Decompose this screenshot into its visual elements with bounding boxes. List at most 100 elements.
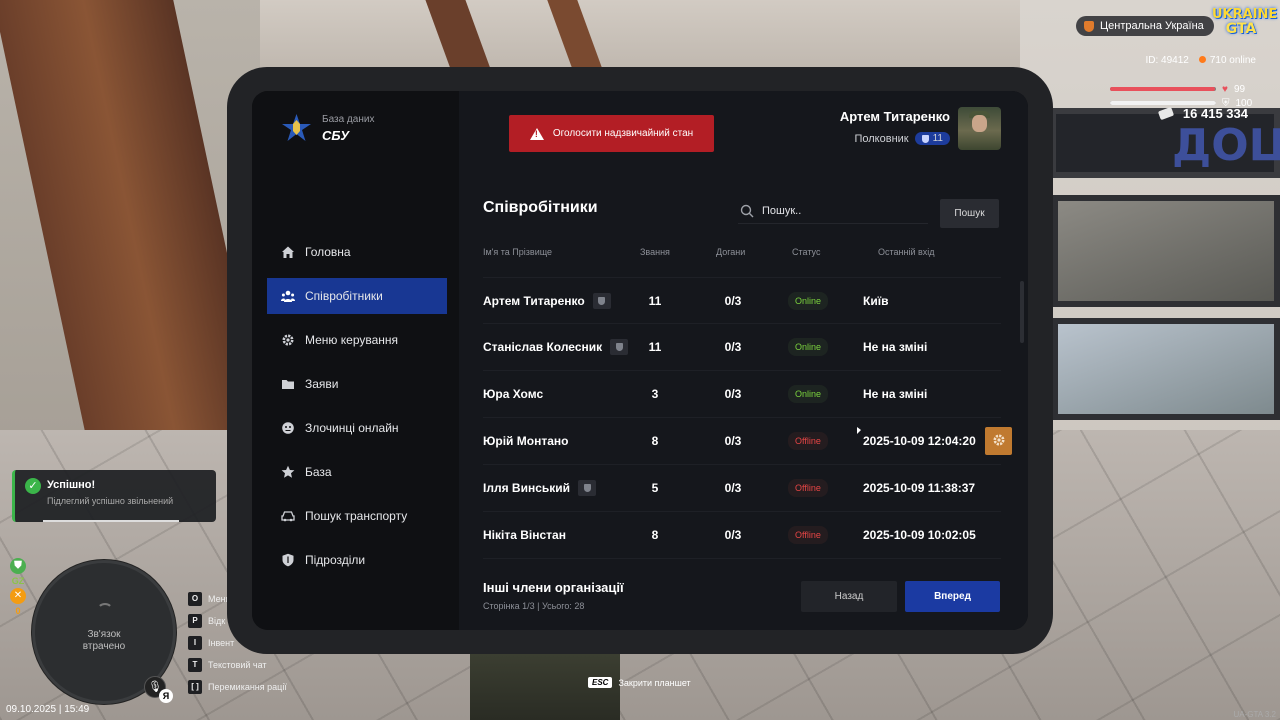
sidebar-item-folder[interactable]: Заяви	[267, 366, 447, 402]
region-label: Центральна Україна	[1100, 20, 1204, 32]
sidebar-item-label: Злочинці онлайн	[305, 421, 399, 435]
gz-label: GZ	[11, 576, 25, 586]
employee-settings-button[interactable]	[985, 427, 1012, 455]
employee-reprimands: 0/3	[724, 387, 742, 401]
employee-reprimands: 0/3	[724, 294, 742, 308]
employee-name-cell: Артем Титаренко	[483, 278, 611, 324]
voice-key-badge: Я	[159, 689, 173, 703]
back-button[interactable]: Назад	[801, 581, 897, 612]
money-display: 16 415 334	[1157, 106, 1248, 121]
user-info: Артем Титаренко Полковник 11	[840, 109, 950, 145]
esc-key: ESC	[588, 677, 613, 688]
table-header: Ім'я та Прізвище Звання Догани Статус Ос…	[483, 247, 1003, 263]
table-row[interactable]: Юра Хомс 3 0/3 Online Не на зміні	[483, 371, 1001, 418]
sidebar-item-label: Пошук транспорту	[305, 509, 408, 523]
health-row: ♥ 99	[1110, 82, 1260, 96]
health-bar	[1110, 87, 1216, 91]
employee-name: Юра Хомс	[483, 387, 544, 401]
sidebar-item-star[interactable]: База	[267, 454, 447, 490]
gz-count: 0	[15, 606, 21, 616]
page-info: Сторінка 1/3 | Усього: 28	[483, 601, 585, 611]
status-badge: Online	[788, 385, 829, 403]
sidebar-item-gear[interactable]: Меню керування	[267, 322, 447, 358]
logo-line-1: UKRAINE	[1212, 7, 1278, 22]
search-input[interactable]	[762, 204, 922, 217]
sidebar-item-home[interactable]: Головна	[267, 234, 447, 270]
employee-rank: 5	[651, 481, 659, 495]
user-rank: Полковник	[854, 132, 909, 145]
warning-icon	[529, 127, 544, 140]
col-name: Ім'я та Прізвище	[483, 247, 553, 257]
server-logo: UKRAINE GTA	[1212, 7, 1278, 42]
keybind-row: T Текстовий чат	[188, 654, 287, 676]
users-icon	[281, 289, 295, 303]
employee-reprimands: 0/3	[724, 481, 742, 495]
avatar	[958, 107, 1001, 150]
rank-level: 11	[932, 133, 943, 144]
wall-photo	[1052, 318, 1280, 420]
key-cap: [ ]	[188, 680, 202, 694]
key-label: Перемикання рації	[208, 682, 287, 692]
sidebar-item-label: База	[305, 465, 332, 479]
table-row[interactable]: Артем Титаренко 11 0/3 Online Київ	[483, 277, 1001, 324]
key-label: Інвент	[208, 638, 235, 648]
crossed-swords-icon: ✕	[10, 588, 26, 604]
employee-name: Станіслав Колесник	[483, 340, 603, 354]
mouse-cursor-icon	[857, 427, 861, 434]
status-cell: Offline	[788, 512, 828, 558]
employee-last-login: Київ	[863, 294, 889, 308]
next-button[interactable]: Вперед	[905, 581, 1000, 612]
car-icon	[281, 509, 295, 523]
sbu-emblem-icon	[281, 113, 312, 144]
player-id: ID: 49412	[1145, 55, 1189, 66]
page-title: Співробітники	[483, 199, 598, 216]
scrollbar[interactable]	[1020, 281, 1024, 343]
employee-name-cell: Юрій Монтано	[483, 418, 568, 464]
employee-reprimands: 0/3	[724, 528, 742, 542]
sidebar-item-mask[interactable]: Злочинці онлайн	[267, 410, 447, 446]
star-icon	[281, 465, 295, 479]
signal-lost-text: Зв'язок втрачено	[35, 629, 173, 653]
table-row[interactable]: Нікіта Вінстан 8 0/3 Offline 2025-10-09 10:0…	[483, 512, 1001, 559]
health-value: 99	[1233, 83, 1246, 95]
main-panel: Співробітники Пошук Ім'я та Прізвище Зва…	[459, 91, 1028, 630]
esc-label: Закрити планшет	[618, 677, 691, 688]
col-rank: Звання	[640, 247, 670, 257]
status-cell: Offline	[788, 418, 828, 464]
cash-icon	[1157, 106, 1175, 121]
rank-shield-icon	[921, 134, 929, 143]
sidebar-item-car[interactable]: Пошук транспорту	[267, 498, 447, 534]
mask-icon	[281, 421, 295, 435]
no-signal-icon	[97, 603, 113, 617]
sidebar-item-shield[interactable]: Підрозділи	[267, 542, 447, 578]
heart-icon: ♥	[1222, 83, 1228, 95]
home-icon	[281, 245, 295, 259]
sidebar-item-label: Заяви	[305, 377, 339, 391]
table-row[interactable]: Станіслав Колесник 11 0/3 Online Не на зміні	[483, 324, 1001, 371]
success-toast: ✓ Успішно! Підлеглий успішно звільнений	[12, 470, 216, 522]
wall-photo	[1052, 195, 1280, 307]
armor-bar	[1110, 101, 1216, 105]
sidebar-nav: Головна Співробітники Меню керування Заяви З…	[267, 234, 447, 586]
region-shield-icon	[1084, 20, 1094, 32]
brand-subtitle: База даних	[322, 114, 375, 125]
key-label: Відк	[208, 616, 226, 626]
employee-last-login: 2025-10-09 11:38:37	[863, 481, 976, 495]
sidebar-item-label: Меню керування	[305, 333, 399, 347]
employee-last-login: 2025-10-09 10:02:05	[863, 528, 976, 542]
employee-rank: 8	[651, 528, 659, 542]
table-row[interactable]: Юрій Монтано 8 0/3 Offline 2025-10-09 12:04:…	[483, 418, 1012, 465]
table-row[interactable]: Ілля Винський 5 0/3 Offline 2025-10-09 11:38…	[483, 465, 1001, 512]
user-rank-row: Полковник 11	[840, 132, 950, 145]
employee-name-cell: Ілля Винський	[483, 465, 597, 511]
toast-title: Успішно!	[47, 479, 96, 491]
sidebar-item-users[interactable]: Співробітники	[267, 278, 447, 314]
search-button[interactable]: Пошук	[940, 199, 999, 228]
emergency-button[interactable]: Оголосити надзвичайний стан	[509, 115, 714, 152]
col-last-login: Останній вхід	[878, 247, 935, 257]
key-cap: P	[188, 614, 202, 628]
gear-icon	[992, 433, 1006, 450]
avatar-head	[972, 115, 987, 132]
employee-reprimands: 0/3	[724, 340, 742, 354]
money-value: 16 415 334	[1182, 106, 1248, 121]
